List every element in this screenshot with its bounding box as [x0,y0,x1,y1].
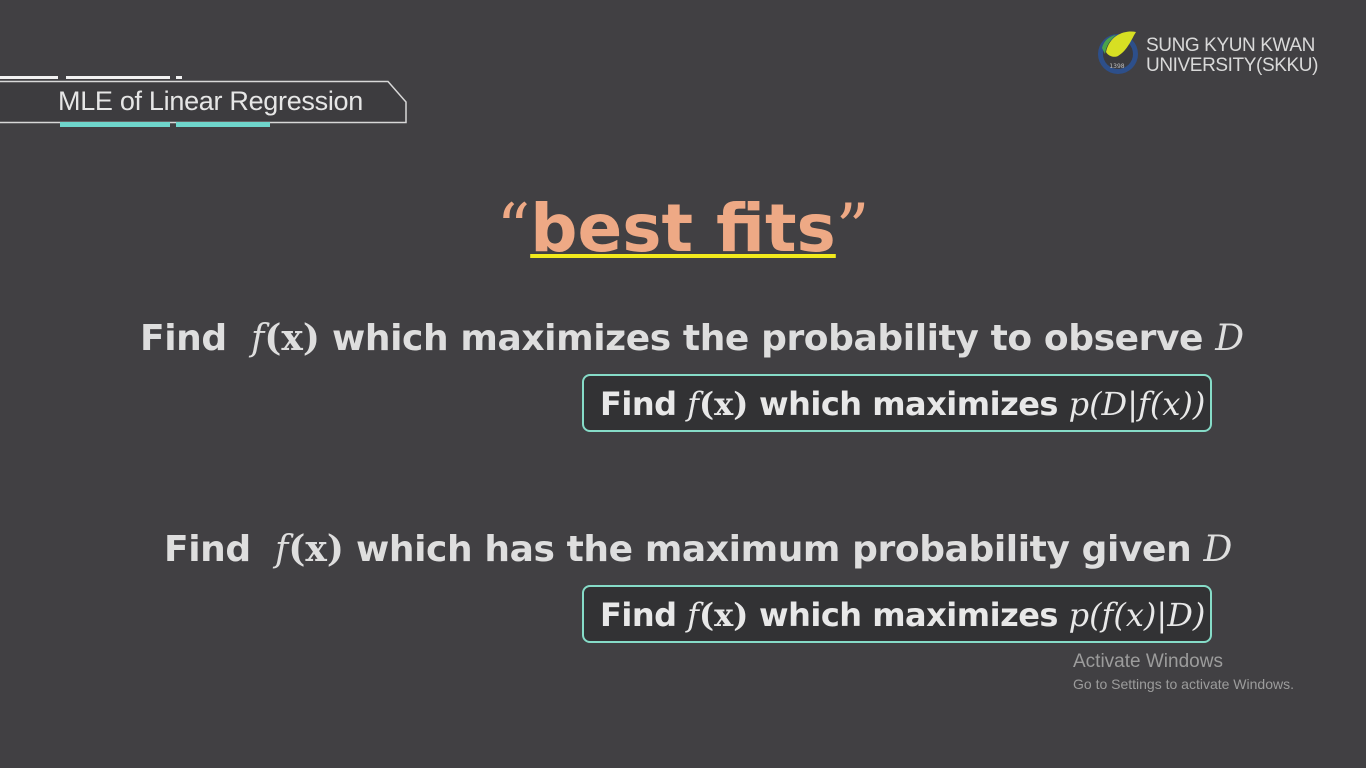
formal-statement-box-likelihood: Find f(x) which maximizes p(D|f(x)) [582,374,1212,432]
logo-line-2: UNIVERSITY(SKKU) [1146,55,1319,76]
posterior-expression-text: p(f(x)|D) [1068,596,1206,634]
likelihood-expression: p(D|f(x)) [1069,385,1206,423]
function-symbol: f [687,596,699,634]
statement-suffix: which maximizes the probability to obser… [332,318,1204,359]
emblem-year: 1398 [1109,63,1124,70]
title-tab-top-accent [176,76,182,79]
formal-statement-text: Find f(x) which maximizes p(D|f(x)) [600,385,1205,423]
function-symbol: f [687,385,699,423]
posterior-expression: p(f(x)|D) [1069,596,1206,634]
formal-prefix: Find [600,385,677,423]
variable-d: D [1215,318,1245,359]
formal-statement-text: Find f(x) which maximizes p(f(x)|D) [600,596,1205,634]
function-symbol: f [275,529,289,570]
formal-function: f(x) [687,385,748,423]
heading-text: best fits [530,190,836,267]
heading-open-quote: “ [496,190,531,267]
statement-given: Find f(x) which has the maximum probabil… [164,528,1232,570]
university-logo: 1398 SUNG KYUN KWAN UNIVERSITY(SKKU) [1096,26,1336,80]
title-tab-top-accent [0,76,58,79]
section-title: MLE of Linear Regression [58,86,363,116]
activate-windows-subtitle: Go to Settings to activate Windows. [1073,676,1294,692]
formal-middle: which maximizes [759,596,1058,634]
statement-function: f(x) [275,528,344,570]
statement-suffix: which has the maximum probability given [356,529,1192,570]
formal-prefix: Find [600,596,677,634]
statement-prefix: Find [164,529,251,570]
function-argument: (x) [699,596,749,634]
formal-middle: which maximizes [759,385,1058,423]
statement-observe: Find f(x) which maximizes the probabilit… [140,317,1244,359]
statement-variable: D [1215,318,1244,359]
activate-windows-title: Activate Windows [1073,651,1223,672]
slide-heading: “best fits” [0,190,1366,267]
statement-function: f(x) [251,317,320,359]
statement-prefix: Find [140,318,227,359]
function-symbol: f [251,318,265,359]
formal-function: f(x) [687,596,748,634]
function-argument: (x) [699,385,749,423]
statement-variable: D [1203,529,1232,570]
title-tab-bottom-accent [60,122,170,127]
function-argument: (x) [264,317,320,359]
section-title-tab: MLE of Linear Regression [0,80,408,124]
likelihood-expression-text: p(D|f(x)) [1068,385,1206,423]
formal-statement-box-posterior: Find f(x) which maximizes p(f(x)|D) [582,585,1212,643]
skku-emblem-icon: 1398 [1098,31,1138,74]
title-tab-top-accent [66,76,170,79]
logo-line-1: SUNG KYUN KWAN [1146,35,1315,56]
title-tab-bottom-accent [176,122,270,127]
function-argument: (x) [288,528,344,570]
heading-close-quote: ” [835,190,870,267]
variable-d: D [1203,529,1233,570]
